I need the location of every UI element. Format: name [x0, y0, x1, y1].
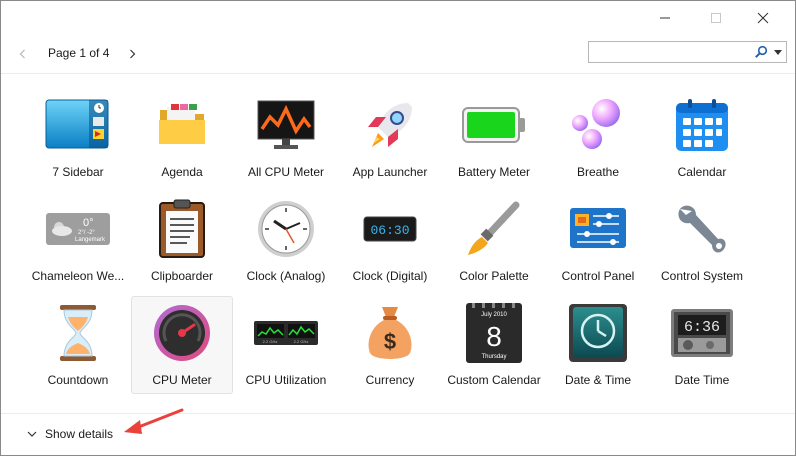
analog-clock-icon: [253, 198, 319, 260]
clipboard-icon: [149, 198, 215, 260]
gadget-tile[interactable]: Countdown: [27, 296, 129, 394]
weather-range: 2°/ -2°: [78, 230, 95, 236]
gadget-tile[interactable]: Agenda: [131, 88, 233, 186]
maximize-icon: [711, 13, 721, 23]
gadget-tile[interactable]: Date & Time: [547, 296, 649, 394]
battery-icon: [461, 94, 527, 156]
gadget-label: Control System: [660, 269, 744, 283]
gadget-label: Date Time: [674, 373, 730, 387]
weather-temp: 0°: [83, 217, 94, 229]
teal-clock-icon: [565, 302, 631, 364]
folder-icon: [149, 94, 215, 156]
desk-calendar-icon: July 2010 8 Thursday: [461, 302, 527, 364]
gadget-tile[interactable]: 0° 2°/ -2° Langemark Chameleon We...: [27, 192, 129, 290]
dropdown-arrow-icon[interactable]: [772, 45, 784, 59]
chevron-down-icon: [27, 431, 37, 437]
gadget-tile[interactable]: 06:30 Clock (Digital): [339, 192, 441, 290]
calendar-weekday: Thursday: [481, 354, 506, 360]
chevron-left-icon: [19, 49, 25, 59]
gadget-tile[interactable]: Control System: [651, 192, 753, 290]
gadget-tile[interactable]: App Launcher: [339, 88, 441, 186]
annotation-arrow-icon: [124, 408, 184, 434]
digital-clock-icon: 06:30: [357, 198, 423, 260]
gadget-gallery: 7 Sidebar Agenda All CPU Meter App Launc…: [1, 73, 795, 413]
weather-icon: 0° 2°/ -2° Langemark: [45, 198, 111, 260]
gauge-icon: [149, 302, 215, 364]
navigation-bar: Page 1 of 4: [1, 35, 795, 73]
show-details-toggle[interactable]: Show details: [27, 424, 113, 444]
gadget-label: Date & Time: [564, 373, 632, 387]
calendar-day: 8: [486, 321, 502, 352]
control-panel-icon: [565, 198, 631, 260]
gadget-tile[interactable]: 6:36 Date Time: [651, 296, 753, 394]
digital-time: 06:30: [370, 223, 409, 238]
gadget-tile[interactable]: 7 Sidebar: [27, 88, 129, 186]
gadget-tile[interactable]: Battery Meter: [443, 88, 545, 186]
gadget-tile[interactable]: July 2010 8 Thursday Custom Calendar: [443, 296, 545, 394]
gadget-label: Breathe: [576, 165, 620, 179]
cpu-freq-1: 2.2 GHz: [263, 339, 278, 344]
gadget-label: CPU Utilization: [245, 373, 327, 387]
hourglass-icon: [45, 302, 111, 364]
chevron-right-icon: [130, 49, 136, 59]
gadget-label: App Launcher: [352, 165, 428, 179]
monitor-graph-icon: [253, 94, 319, 156]
money-bag-icon: $: [357, 302, 423, 364]
gadget-label: Battery Meter: [457, 165, 531, 179]
paintbrush-icon: [461, 198, 527, 260]
gadget-tile[interactable]: Clipboarder: [131, 192, 233, 290]
gadget-tile[interactable]: 2.2 GHz 2.2 GHz CPU Utilization: [235, 296, 337, 394]
gadget-tile[interactable]: $ Currency: [339, 296, 441, 394]
close-icon: [757, 12, 769, 24]
gadget-label: Custom Calendar: [447, 373, 541, 387]
close-button[interactable]: [740, 1, 786, 35]
gadget-label: Color Palette: [459, 269, 529, 283]
previous-page-button[interactable]: [13, 44, 33, 64]
wrench-icon: [669, 198, 735, 260]
rocket-icon: [357, 94, 423, 156]
gadget-label: CPU Meter: [152, 373, 212, 387]
calendar-month: July 2010: [481, 312, 507, 318]
maximize-button[interactable]: [693, 1, 739, 35]
gadget-tile[interactable]: Color Palette: [443, 192, 545, 290]
minimize-button[interactable]: [642, 1, 688, 35]
sidebar-icon: [45, 94, 111, 156]
calendar-icon: [669, 94, 735, 156]
gadget-tile[interactable]: Control Panel: [547, 192, 649, 290]
gadget-tile[interactable]: All CPU Meter: [235, 88, 337, 186]
svg-text:$: $: [384, 329, 396, 354]
gadget-label: Countdown: [47, 373, 109, 387]
gadget-label: Clock (Digital): [352, 269, 428, 283]
page-indicator: Page 1 of 4: [48, 46, 110, 60]
gadget-label: 7 Sidebar: [52, 165, 104, 179]
search-input[interactable]: [591, 43, 751, 61]
gadget-label: Currency: [365, 373, 415, 387]
lcd-time: 6:36: [684, 319, 720, 336]
cpu-graph-icon: 2.2 GHz 2.2 GHz: [253, 302, 319, 364]
next-page-button[interactable]: [122, 44, 142, 64]
minimize-icon: [660, 17, 670, 19]
gadget-label: All CPU Meter: [247, 165, 324, 179]
gadget-tile[interactable]: Breathe: [547, 88, 649, 186]
gadget-label: Clipboarder: [150, 269, 214, 283]
gadgets-window: Page 1 of 4 7 Sidebar Agenda All CPU Met…: [0, 0, 796, 456]
gadget-label: Control Panel: [561, 269, 635, 283]
search-icon[interactable]: [754, 45, 768, 59]
show-details-label: Show details: [45, 427, 114, 441]
title-bar: [1, 1, 795, 35]
gadget-tile[interactable]: Calendar: [651, 88, 753, 186]
bubbles-icon: [565, 94, 631, 156]
gadget-label: Calendar: [677, 165, 727, 179]
gadget-label: Agenda: [161, 165, 203, 179]
cpu-freq-2: 2.2 GHz: [294, 339, 309, 344]
gadget-label: Chameleon We...: [31, 269, 125, 283]
gadget-tile-selected[interactable]: CPU Meter: [131, 296, 233, 394]
weather-city: Langemark: [75, 237, 106, 243]
gadget-tile[interactable]: Clock (Analog): [235, 192, 337, 290]
lcd-clock-icon: 6:36: [669, 302, 735, 364]
gadget-label: Clock (Analog): [246, 269, 326, 283]
search-box: [588, 41, 787, 63]
